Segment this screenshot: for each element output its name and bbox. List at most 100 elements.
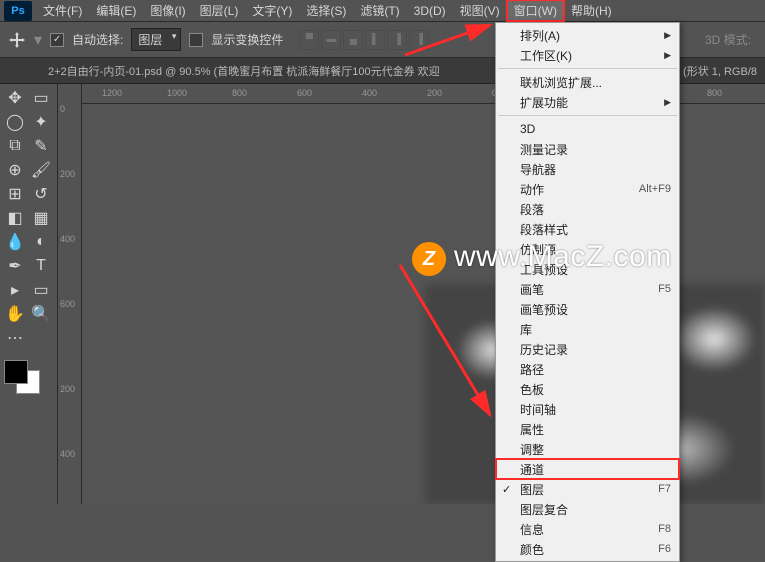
menu-panel-item[interactable]: 图层复合 [496,499,679,519]
menu-arrange[interactable]: 排列(A) ▶ [496,25,679,45]
menu-panel-item[interactable]: 段落样式 [496,219,679,239]
ruler-mark: 400 [362,88,377,98]
menu-edit[interactable]: 编辑(E) [89,0,143,21]
wand-tool[interactable]: ✦ [28,110,54,134]
menu-label: 信息 [520,521,544,538]
menu-label: 扩展功能 [520,94,568,111]
zoom-tool[interactable]: 🔍 [28,302,54,326]
blur-tool[interactable]: 💧 [2,230,28,254]
ruler-mark: 800 [232,88,247,98]
menu-image[interactable]: 图像(I) [143,0,192,21]
target-dropdown[interactable]: 图层 [131,28,181,51]
mode3d-label: 3D 模式: [705,31,751,48]
menu-3d[interactable]: 3D(D) [407,2,453,20]
align-hcenter-icon[interactable]: ▐ [387,30,407,50]
menu-browse-extensions[interactable]: 联机浏览扩展... [496,72,679,92]
menu-view[interactable]: 视图(V) [453,0,507,21]
menu-panel-item[interactable]: 颜色 F6 [496,539,679,559]
menu-label: 时间轴 [520,401,556,418]
menu-label: 调整 [520,441,544,458]
menu-file[interactable]: 文件(F) [36,0,89,21]
menubar: Ps 文件(F) 编辑(E) 图像(I) 图层(L) 文字(Y) 选择(S) 滤… [0,0,765,22]
menu-panel-item[interactable]: 属性 [496,419,679,439]
menu-extensions[interactable]: 扩展功能 ▶ [496,92,679,112]
menu-window[interactable]: 窗口(W) [507,0,564,21]
menu-label: 历史记录 [520,341,568,358]
align-bottom-icon[interactable]: ▄ [343,30,363,50]
ruler-mark: 400 [60,449,75,459]
menu-panel-item[interactable]: 画笔F5 [496,279,679,299]
toolbox: ✥▭ ◯✦ ⧉✎ ⊕🖌 ⊞↺ ◧▦ 💧◐ ✒T ▸▭ ✋🔍 ⋯ [0,84,58,504]
submenu-arrow-icon: ▶ [664,50,671,61]
menu-panel-item[interactable]: 历史记录 [496,339,679,359]
menu-label: 颜色 [520,541,544,558]
menu-panel-item[interactable]: 段落 [496,199,679,219]
menu-panel-item[interactable]: 通道 [496,459,679,479]
gradient-tool[interactable]: ▦ [28,206,54,230]
submenu-arrow-icon: ▶ [664,97,671,108]
menu-panel-item[interactable]: 测量记录 [496,139,679,159]
menu-label: 联机浏览扩展... [520,74,602,91]
eraser-tool[interactable]: ◧ [2,206,28,230]
ruler-vertical: 0 200 400 600 200 400 [58,84,82,504]
watermark-logo: Z [412,242,446,276]
menu-panel-item[interactable]: 调整 [496,439,679,459]
menu-panel-item[interactable]: ✓图层F7 [496,479,679,499]
move-tool[interactable]: ✥ [2,86,28,110]
stamp-tool[interactable]: ⊞ [2,182,28,206]
lasso-tool[interactable]: ◯ [2,110,28,134]
shape-tool[interactable]: ▭ [28,278,54,302]
menu-panel-item[interactable]: 时间轴 [496,399,679,419]
brush-tool[interactable]: 🖌 [28,158,54,182]
color-swatches[interactable] [2,358,55,396]
pen-tool[interactable]: ✒ [2,254,28,278]
menu-filter[interactable]: 滤镜(T) [353,0,406,21]
menu-panel-item[interactable]: 导航器 [496,159,679,179]
eyedrop-tool[interactable]: ✎ [28,134,54,158]
menu-layer[interactable]: 图层(L) [193,0,246,21]
ruler-mark: 200 [60,169,75,179]
heal-tool[interactable]: ⊕ [2,158,28,182]
path-select-tool[interactable]: ▸ [2,278,28,302]
menu-panel-item[interactable]: 画笔预设 [496,299,679,319]
crop-tool[interactable]: ⧉ [2,134,28,158]
menu-label: 动作 [520,181,544,198]
menu-label: 导航器 [520,161,556,178]
history-brush-tool[interactable]: ↺ [28,182,54,206]
type-tool[interactable]: T [28,254,54,278]
menu-panel-item[interactable]: 路径 [496,359,679,379]
menu-panel-item[interactable]: 3D [496,119,679,139]
menu-shortcut: F7 [658,483,671,495]
menu-label: 排列(A) [520,27,560,44]
align-right-icon[interactable]: ▐ [409,30,429,50]
menu-label: 图层 [520,481,544,498]
more-tools[interactable]: ⋯ [2,326,28,350]
menu-select[interactable]: 选择(S) [299,0,353,21]
menu-label: 色板 [520,381,544,398]
ruler-mark: 1000 [167,88,187,98]
menu-panel-item[interactable]: 动作Alt+F9 [496,179,679,199]
align-top-icon[interactable]: ▀ [299,30,319,50]
menu-label: 图层复合 [520,501,568,518]
align-vcenter-icon[interactable]: ▬ [321,30,341,50]
menu-panel-item[interactable]: 信息F8 [496,519,679,539]
hand-tool[interactable]: ✋ [2,302,28,326]
show-transform-label: 显示变换控件 [211,31,283,48]
menu-panel-item[interactable]: 色板 [496,379,679,399]
show-transform-checkbox[interactable] [189,33,203,47]
marquee-tool[interactable]: ▭ [28,86,54,110]
menu-workspace[interactable]: 工作区(K)▶ [496,45,679,65]
menu-shortcut: F6 [658,543,671,555]
document-tab[interactable]: 2+2自由行-内页-01.psd @ 90.5% (首晚蜜月布置 杭派海鲜餐厅1… [40,59,448,83]
auto-select-checkbox[interactable]: ✓ [50,33,64,47]
dodge-tool[interactable]: ◐ [28,230,54,254]
ruler-mark: 0 [60,104,65,114]
submenu-arrow-icon: ▶ [664,30,671,41]
menu-panel-item[interactable]: 库 [496,319,679,339]
menu-help[interactable]: 帮助(H) [564,0,619,21]
move-tool-icon [8,31,26,49]
menu-label: 段落样式 [520,221,568,238]
menu-type[interactable]: 文字(Y) [245,0,299,21]
align-left-icon[interactable]: ▌ [365,30,385,50]
foreground-color[interactable] [4,360,28,384]
